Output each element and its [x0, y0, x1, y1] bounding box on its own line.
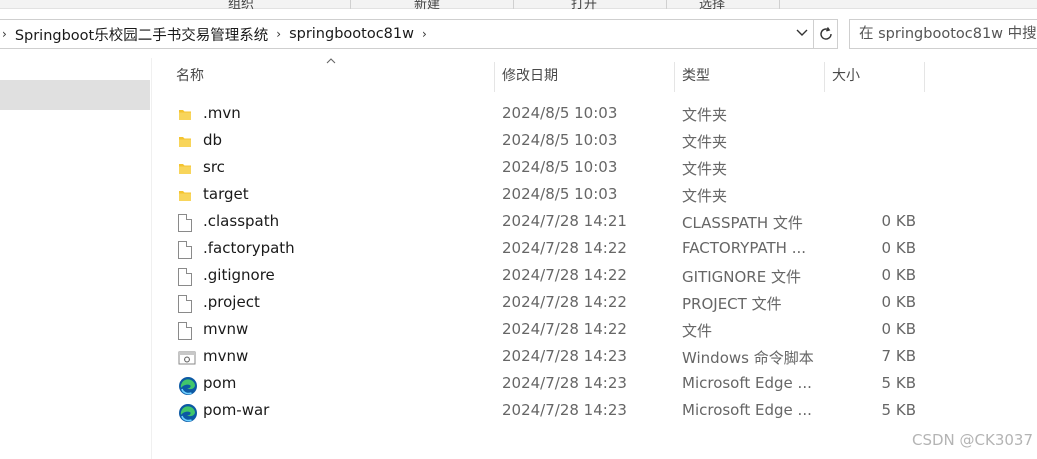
- file-type: 文件: [682, 322, 713, 340]
- file-name[interactable]: pom-war: [203, 401, 269, 419]
- column-header-name[interactable]: 名称: [152, 58, 204, 93]
- breadcrumb-chevron-icon[interactable]: ›: [422, 27, 427, 41]
- file-modified-date: 2024/8/5 10:03: [502, 185, 618, 203]
- file-name[interactable]: pom: [203, 374, 236, 392]
- column-header-size[interactable]: 大小: [808, 58, 860, 93]
- file-row[interactable]: .project 2024/7/28 14:22 PROJECT 文件 0 KB: [152, 290, 1037, 317]
- edge-icon: [178, 403, 197, 422]
- file-type: 文件夹: [682, 106, 728, 124]
- file-type: 文件夹: [682, 160, 728, 178]
- file-name[interactable]: target: [203, 185, 249, 203]
- file-icon: [178, 214, 196, 232]
- file-modified-date: 2024/7/28 14:22: [502, 239, 627, 257]
- ribbon-divider: [666, 0, 667, 9]
- file-name[interactable]: src: [203, 158, 225, 176]
- folder-icon: [178, 106, 196, 124]
- file-row[interactable]: pom-war 2024/7/28 14:23 Microsoft Edge ...…: [152, 398, 1037, 425]
- file-row[interactable]: target 2024/8/5 10:03 文件夹: [152, 182, 1037, 209]
- file-modified-date: 2024/7/28 14:23: [502, 401, 627, 419]
- file-row[interactable]: .mvn 2024/8/5 10:03 文件夹: [152, 101, 1037, 128]
- file-icon: [178, 322, 196, 340]
- file-name[interactable]: db: [203, 131, 222, 149]
- ribbon-strip: 组织 新建 打开 选择: [0, 0, 1037, 12]
- file-modified-date: 2024/7/28 14:21: [502, 212, 627, 230]
- file-modified-date: 2024/7/28 14:23: [502, 374, 627, 392]
- file-size: 5 KB: [881, 374, 916, 392]
- file-row[interactable]: src 2024/8/5 10:03 文件夹: [152, 155, 1037, 182]
- file-size: 0 KB: [881, 320, 916, 338]
- file-modified-date: 2024/7/28 14:22: [502, 293, 627, 311]
- file-row[interactable]: .gitignore 2024/7/28 14:22 GITIGNORE 文件 0 K…: [152, 263, 1037, 290]
- file-name[interactable]: mvnw: [203, 320, 248, 338]
- file-type: 文件夹: [682, 187, 728, 205]
- file-modified-date: 2024/7/28 14:23: [502, 347, 627, 365]
- breadcrumb-current[interactable]: springbootoc81w: [289, 26, 414, 42]
- file-icon: [178, 295, 196, 313]
- breadcrumb-chevron-icon[interactable]: ›: [276, 27, 281, 41]
- file-size: 5 KB: [881, 401, 916, 419]
- file-type: FACTORYPATH ...: [682, 239, 807, 257]
- file-size: 0 KB: [881, 239, 916, 257]
- folder-icon: [178, 133, 196, 151]
- file-type: Microsoft Edge ...: [682, 401, 812, 419]
- file-row[interactable]: db 2024/8/5 10:03 文件夹: [152, 128, 1037, 155]
- file-name[interactable]: .project: [203, 293, 260, 311]
- file-modified-date: 2024/8/5 10:03: [502, 131, 618, 149]
- column-header: 名称 修改日期 类型 大小: [152, 58, 1037, 93]
- search-input[interactable]: 在 springbootoc81w 中搜索: [849, 19, 1037, 49]
- ribbon-divider: [513, 0, 514, 9]
- file-modified-date: 2024/7/28 14:22: [502, 266, 627, 284]
- file-name[interactable]: mvnw: [203, 347, 248, 365]
- file-name[interactable]: .gitignore: [203, 266, 275, 284]
- file-name[interactable]: .factorypath: [203, 239, 295, 257]
- ribbon-divider: [350, 0, 351, 9]
- folder-icon: [178, 160, 196, 178]
- file-row[interactable]: pom 2024/7/28 14:23 Microsoft Edge ... 5 KB: [152, 371, 1037, 398]
- file-type: 文件夹: [682, 133, 728, 151]
- file-icon: [178, 268, 196, 286]
- file-type: PROJECT 文件: [682, 295, 782, 313]
- breadcrumb-parent[interactable]: Springboot乐校园二手书交易管理系统: [15, 24, 268, 45]
- chevron-down-icon[interactable]: [796, 27, 808, 40]
- breadcrumb-chevron-icon[interactable]: ›: [2, 27, 7, 41]
- file-size: 0 KB: [881, 212, 916, 230]
- ribbon-divider: [779, 0, 780, 9]
- column-header-date[interactable]: 修改日期: [478, 58, 558, 93]
- file-type: Microsoft Edge ...: [682, 374, 812, 392]
- nav-selected-item[interactable]: [0, 80, 150, 110]
- file-icon: [178, 241, 196, 259]
- file-modified-date: 2024/8/5 10:03: [502, 158, 618, 176]
- file-row[interactable]: mvnw 2024/7/28 14:22 文件 0 KB: [152, 317, 1037, 344]
- file-size: 0 KB: [881, 293, 916, 311]
- address-bar[interactable]: › Springboot乐校园二手书交易管理系统 › springbootoc8…: [0, 19, 814, 49]
- file-type: CLASSPATH 文件: [682, 214, 803, 232]
- script-icon: [178, 349, 196, 367]
- navigation-pane[interactable]: [0, 58, 152, 459]
- address-bar-row: › Springboot乐校园二手书交易管理系统 › springbootoc8…: [0, 10, 1037, 57]
- file-type: Windows 命令脚本: [682, 349, 814, 367]
- file-row[interactable]: .factorypath 2024/7/28 14:22 FACTORYPATH .…: [152, 236, 1037, 263]
- column-header-type[interactable]: 类型: [658, 58, 710, 93]
- file-row[interactable]: mvnw 2024/7/28 14:23 Windows 命令脚本 7 KB: [152, 344, 1037, 371]
- file-size: 7 KB: [881, 347, 916, 365]
- file-modified-date: 2024/8/5 10:03: [502, 104, 618, 122]
- column-divider[interactable]: [924, 62, 925, 92]
- edge-icon: [178, 376, 197, 395]
- file-modified-date: 2024/7/28 14:22: [502, 320, 627, 338]
- file-name[interactable]: .mvn: [203, 104, 241, 122]
- file-type: GITIGNORE 文件: [682, 268, 801, 286]
- file-list: .mvn 2024/8/5 10:03 文件夹 db 2024/8/5 10:03 文件夹…: [152, 101, 1037, 425]
- watermark: CSDN @CK3037: [911, 431, 1033, 449]
- folder-icon: [178, 187, 196, 205]
- refresh-icon: [819, 27, 832, 40]
- sort-ascending-icon: [326, 56, 336, 67]
- file-size: 0 KB: [881, 266, 916, 284]
- refresh-button[interactable]: [814, 19, 838, 49]
- file-row[interactable]: .classpath 2024/7/28 14:21 CLASSPATH 文件 0 K…: [152, 209, 1037, 236]
- file-name[interactable]: .classpath: [203, 212, 279, 230]
